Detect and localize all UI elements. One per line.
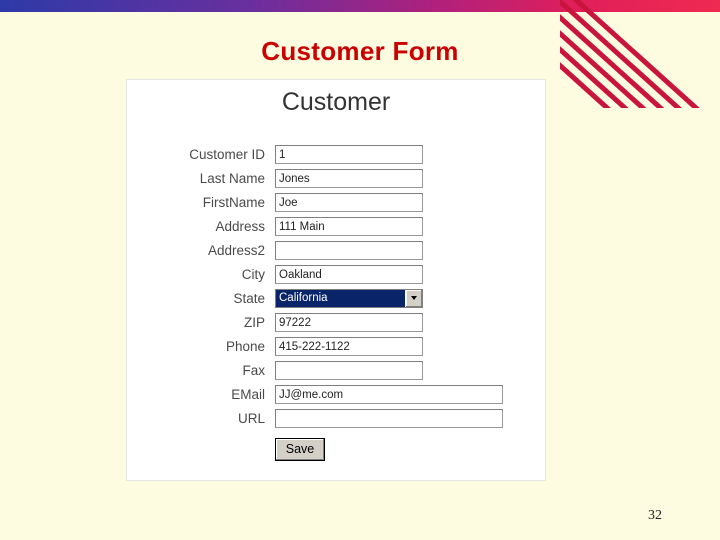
label-email: EMail xyxy=(231,386,265,402)
last-name-input[interactable]: Jones xyxy=(275,168,423,188)
form-row: URL xyxy=(127,406,545,430)
first-name-input[interactable]: Joe xyxy=(275,192,423,212)
label-customer-id: Customer ID xyxy=(189,146,265,162)
form-row: Address 111 Main xyxy=(127,214,545,238)
state-select-value: California xyxy=(276,289,405,307)
customer-form-screenshot: Customer Customer ID 1 Last Name Jones F… xyxy=(126,79,546,481)
label-address2: Address2 xyxy=(207,242,265,258)
page-number: 32 xyxy=(648,508,662,523)
address-input[interactable]: 111 Main xyxy=(275,216,423,236)
form-row: State California xyxy=(127,286,545,310)
form-fields-list: Customer ID 1 Last Name Jones FirstName … xyxy=(127,142,545,461)
label-first-name: FirstName xyxy=(202,194,265,210)
address2-input[interactable] xyxy=(275,240,423,260)
form-row: EMail JJ@me.com xyxy=(127,382,545,406)
form-row: Last Name Jones xyxy=(127,166,545,190)
form-row: Fax xyxy=(127,358,545,382)
state-select[interactable]: California xyxy=(275,288,423,308)
phone-input[interactable]: 415-222-1122 xyxy=(275,336,423,356)
page-title: Customer Form xyxy=(261,36,459,66)
label-last-name: Last Name xyxy=(199,170,265,186)
label-url: URL xyxy=(237,410,265,426)
label-address: Address xyxy=(215,218,265,234)
form-row: City Oakland xyxy=(127,262,545,286)
label-zip: ZIP xyxy=(243,314,265,330)
label-city: City xyxy=(241,266,265,282)
label-phone: Phone xyxy=(225,338,265,354)
zip-input[interactable]: 97222 xyxy=(275,312,423,332)
city-input[interactable]: Oakland xyxy=(275,264,423,284)
form-row: Address2 xyxy=(127,238,545,262)
label-fax: Fax xyxy=(242,362,265,378)
url-input[interactable] xyxy=(275,408,503,428)
chevron-down-icon[interactable] xyxy=(405,289,422,307)
form-row: FirstName Joe xyxy=(127,190,545,214)
form-row: Phone 415-222-1122 xyxy=(127,334,545,358)
label-state: State xyxy=(233,290,265,306)
save-button[interactable]: Save xyxy=(275,438,325,461)
customer-id-input[interactable]: 1 xyxy=(275,144,423,164)
form-row: Customer ID 1 xyxy=(127,142,545,166)
email-input[interactable]: JJ@me.com xyxy=(275,384,503,404)
fax-input[interactable] xyxy=(275,360,423,380)
form-row: ZIP 97222 xyxy=(127,310,545,334)
save-row: Save xyxy=(127,438,545,461)
form-heading: Customer xyxy=(281,88,391,116)
